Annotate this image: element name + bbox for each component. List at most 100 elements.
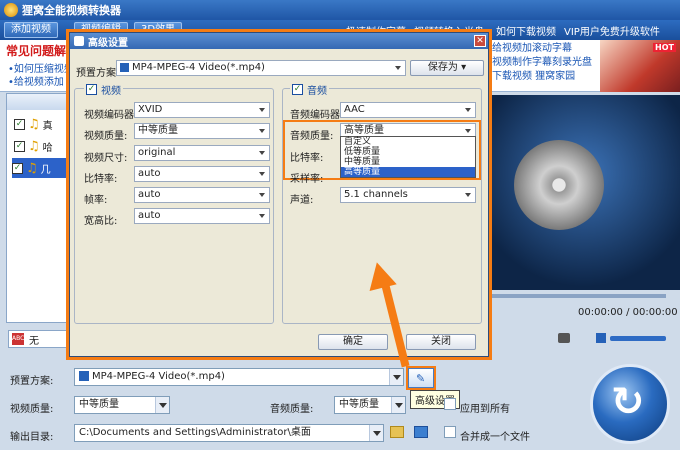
video-group-header[interactable]: ✓ 视频 bbox=[84, 82, 123, 97]
close-button[interactable]: 关闭 bbox=[406, 334, 476, 350]
field-label: 帧率: bbox=[84, 195, 108, 206]
chevron-down-icon[interactable] bbox=[255, 167, 269, 181]
file-checkbox[interactable]: ✓ bbox=[12, 162, 23, 174]
field-value: auto bbox=[138, 189, 161, 200]
file-name: 几 bbox=[40, 164, 51, 176]
volume-icon[interactable] bbox=[596, 333, 606, 343]
file-checkbox[interactable]: ✓ bbox=[14, 118, 25, 130]
faq-link[interactable]: •给视频添加 bbox=[8, 73, 64, 88]
field-label: 视频编码器: bbox=[84, 110, 138, 121]
audio-quality-select[interactable]: 中等质量 bbox=[334, 396, 406, 414]
playback-progress-bar[interactable] bbox=[490, 294, 666, 298]
wrench-icon: ✎ bbox=[416, 372, 426, 385]
dialog-title: 高级设置 bbox=[88, 37, 128, 49]
field-label: 比特率: bbox=[84, 174, 118, 185]
chevron-down-icon[interactable] bbox=[255, 124, 269, 138]
video-quality-label: 视频质量: bbox=[10, 404, 54, 415]
merge-checkbox[interactable] bbox=[444, 426, 456, 438]
browse-folder-icon[interactable] bbox=[390, 426, 404, 438]
audio-encoder-select[interactable]: AAC bbox=[340, 102, 476, 118]
field-value: auto bbox=[138, 210, 161, 221]
chevron-down-icon[interactable] bbox=[255, 188, 269, 202]
chevron-down-icon[interactable] bbox=[255, 146, 269, 160]
output-dir-value: C:\Documents and Settings\Administrator\… bbox=[79, 427, 311, 438]
music-file-icon: ♫ bbox=[28, 138, 40, 154]
music-file-icon: ♫ bbox=[28, 116, 40, 132]
snapshot-icon[interactable] bbox=[558, 333, 570, 343]
promo-link[interactable]: 视频制作字幕刻录光盘 bbox=[492, 56, 592, 70]
output-dir-select[interactable]: C:\Documents and Settings\Administrator\… bbox=[74, 424, 384, 442]
promo-image[interactable]: HOT bbox=[600, 40, 680, 92]
apply-all-checkbox[interactable] bbox=[444, 398, 456, 410]
app-logo-icon bbox=[4, 3, 18, 17]
save-as-label: 保存为 bbox=[427, 62, 458, 73]
list-item[interactable]: ✓ ♫ 真 bbox=[14, 114, 72, 134]
promo-links[interactable]: 给视频加滚动字幕 视频制作字幕刻录光盘 下载视频 狸窝家园 bbox=[492, 42, 592, 84]
field-label: 视频质量: bbox=[84, 131, 128, 142]
video-aspect-select[interactable]: auto bbox=[134, 208, 270, 224]
add-video-button[interactable]: 添加视频 bbox=[4, 22, 58, 38]
audio-group-header[interactable]: ✓ 音频 bbox=[290, 82, 329, 97]
chevron-down-icon[interactable] bbox=[461, 188, 475, 202]
hot-badge: HOT bbox=[653, 43, 676, 52]
field-value: original bbox=[138, 147, 176, 158]
audio-channels-select[interactable]: 5.1 channels bbox=[340, 187, 476, 203]
video-quality-dialog-select[interactable]: 中等质量 bbox=[134, 123, 270, 139]
toolbar-link-vip[interactable]: VIP用户免费升级软件 bbox=[564, 23, 660, 38]
video-bitrate-select[interactable]: auto bbox=[134, 166, 270, 182]
film-reel-icon bbox=[514, 140, 604, 230]
subtitle-value: 无 bbox=[29, 335, 39, 347]
chevron-down-icon[interactable] bbox=[255, 209, 269, 223]
convert-icon: ↻ bbox=[611, 379, 645, 425]
audio-quality-label: 音频质量: bbox=[270, 404, 314, 415]
field-label: 声道: bbox=[290, 195, 314, 206]
list-item[interactable]: ✓ ♫ 哈 bbox=[14, 136, 72, 156]
chevron-down-icon[interactable] bbox=[391, 61, 405, 75]
video-size-select[interactable]: original bbox=[134, 145, 270, 161]
field-label: 宽高比: bbox=[84, 216, 118, 227]
field-value: 5.1 channels bbox=[344, 189, 408, 200]
toolbar-link-download[interactable]: 如何下载视频 bbox=[496, 23, 556, 38]
audio-group-title: 音频 bbox=[307, 86, 327, 97]
advanced-settings-button[interactable]: ✎ bbox=[406, 366, 436, 390]
promo-link[interactable]: 给视频加滚动字幕 bbox=[492, 42, 592, 56]
list-item[interactable]: ✓ ♫ 几 bbox=[12, 158, 72, 178]
subtitle-select[interactable]: ABC 无 bbox=[8, 330, 74, 348]
video-encoder-select[interactable]: XVID bbox=[134, 102, 270, 118]
file-checkbox[interactable]: ✓ bbox=[14, 140, 25, 152]
file-name: 真 bbox=[42, 120, 53, 132]
chevron-down-icon[interactable] bbox=[391, 397, 405, 413]
close-icon[interactable]: ✕ bbox=[474, 35, 486, 47]
chevron-down-icon[interactable] bbox=[461, 103, 475, 117]
app-title: 狸窝全能视频转换器 bbox=[22, 4, 121, 17]
video-framerate-select[interactable]: auto bbox=[134, 187, 270, 203]
field-value: AAC bbox=[344, 104, 365, 115]
music-file-icon: ♫ bbox=[26, 160, 38, 176]
save-as-button[interactable]: 保存为 ▾ bbox=[410, 60, 484, 76]
promo-link[interactable]: 下载视频 狸窝家园 bbox=[492, 70, 592, 84]
field-label: 视频尺寸: bbox=[84, 153, 128, 164]
video-quality-value: 中等质量 bbox=[79, 399, 119, 410]
audio-enable-checkbox[interactable]: ✓ bbox=[292, 84, 303, 95]
video-enable-checkbox[interactable]: ✓ bbox=[86, 84, 97, 95]
ok-button[interactable]: 确定 bbox=[318, 334, 388, 350]
preset-select[interactable]: MP4-MPEG-4 Video(*.mp4) bbox=[74, 368, 404, 386]
chevron-down-icon[interactable] bbox=[369, 425, 383, 441]
field-label: 比特率: bbox=[290, 153, 324, 164]
app-titlebar: 狸窝全能视频转换器 bbox=[0, 0, 680, 20]
field-label: 音频编码器: bbox=[290, 110, 344, 121]
file-name: 哈 bbox=[42, 142, 53, 154]
preset-label: 预置方案: bbox=[10, 376, 54, 387]
video-format-icon bbox=[120, 62, 129, 72]
open-folder-icon[interactable] bbox=[414, 426, 428, 438]
dialog-preset-select[interactable]: MP4-MPEG-4 Video(*.mp4) bbox=[116, 60, 406, 76]
convert-button[interactable]: ↻ bbox=[590, 364, 670, 444]
playback-time: 00:00:00 / 00:00:00 bbox=[578, 307, 678, 318]
preset-value: MP4-MPEG-4 Video(*.mp4) bbox=[92, 371, 225, 382]
volume-slider[interactable] bbox=[610, 336, 666, 341]
merge-label: 合并成一个文件 bbox=[460, 432, 530, 443]
video-quality-select[interactable]: 中等质量 bbox=[74, 396, 170, 414]
chevron-down-icon[interactable] bbox=[389, 369, 403, 385]
chevron-down-icon[interactable] bbox=[255, 103, 269, 117]
chevron-down-icon[interactable] bbox=[155, 397, 169, 413]
